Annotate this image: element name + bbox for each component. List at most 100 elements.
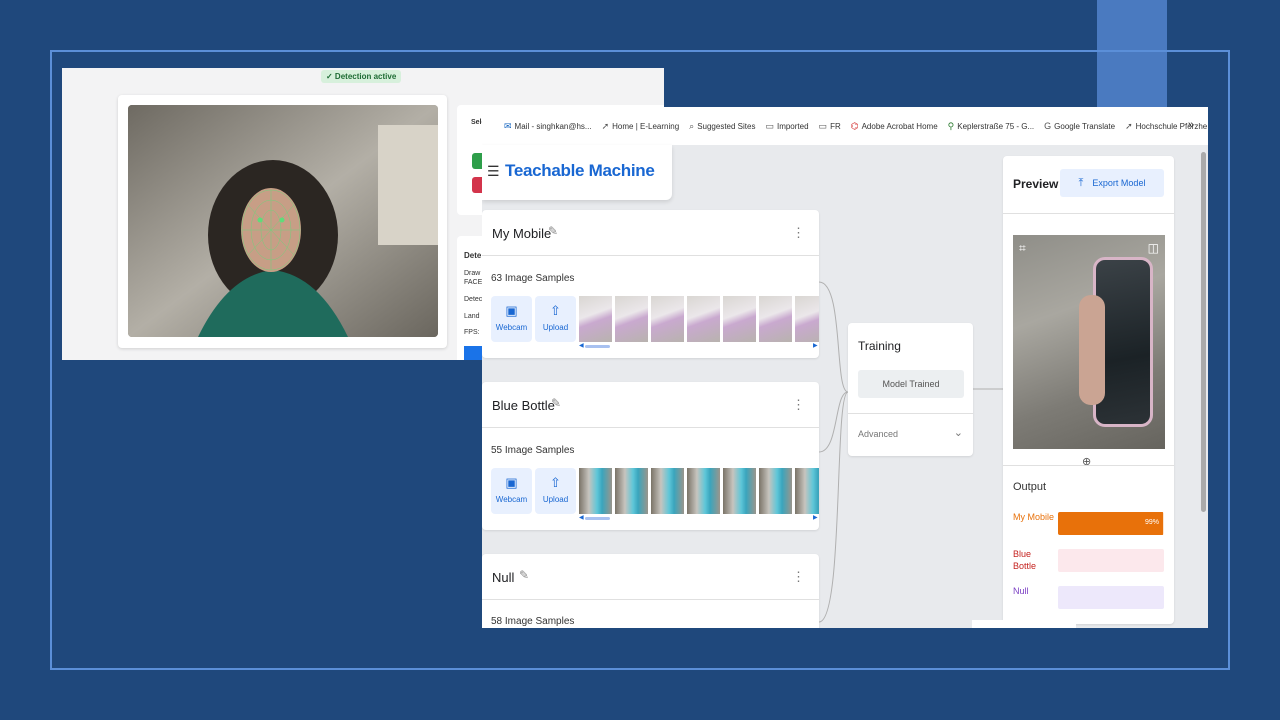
output-confidence-bar [1058, 586, 1164, 609]
webcam-icon: ▣ [505, 475, 518, 490]
upload-button[interactable]: ⇧ Upload [535, 468, 576, 514]
folder-icon: ▭ [765, 120, 774, 131]
advanced-toggle[interactable]: Advanced [858, 429, 898, 439]
bookmark-label: Google Translate [1054, 121, 1116, 131]
class-name[interactable]: Null [492, 570, 514, 585]
sample-thumbnail[interactable] [795, 296, 819, 342]
sample-thumbnail[interactable] [723, 468, 756, 514]
upload-icon: ⤒ [1078, 176, 1084, 189]
sample-thumbnail[interactable] [687, 296, 720, 342]
edit-pencil-icon[interactable]: ✎ [551, 396, 561, 410]
bookmark-label: Mail - singhkan@hs... [514, 121, 592, 131]
scroll-left-icon[interactable]: ◀ [579, 342, 584, 349]
draw-label: Draw [464, 270, 481, 277]
bookmark-item[interactable]: G Google Translate [1044, 121, 1115, 131]
bookmark-item[interactable]: ⚲ Keplerstraße 75 - G... [948, 121, 1035, 132]
hand-in-frame [1079, 295, 1105, 405]
class-name[interactable]: My Mobile [492, 226, 551, 241]
bookmarks-bar: ✉ Mail - singhkan@hs... ➚ Home | E-Learning… [482, 107, 1208, 145]
folder-icon: ▭ [818, 120, 828, 131]
edit-pencil-icon[interactable]: ✎ [519, 568, 529, 582]
more-options-icon[interactable]: ⋮ [792, 225, 805, 241]
output-confidence-bar: 99% [1058, 512, 1164, 535]
sample-thumbnail[interactable] [687, 468, 720, 514]
bookmark-item[interactable]: ➚ Home | E-Learning [602, 121, 680, 132]
app-title: Teachable Machine [505, 161, 655, 180]
menu-icon[interactable]: ☰ [487, 163, 500, 180]
sample-thumbnails [579, 468, 819, 514]
divider [482, 427, 819, 428]
divider [1003, 465, 1174, 466]
flip-camera-icon[interactable]: ◫ [1148, 241, 1159, 255]
bookmark-label: Imported [776, 121, 809, 131]
output-confidence-bar [1058, 549, 1164, 572]
thumbnail-scrollbar[interactable] [585, 345, 610, 348]
sample-thumbnail[interactable] [651, 296, 684, 342]
bookmark-label: Keplerstraße 75 - G... [957, 121, 1035, 131]
edit-pencil-icon[interactable]: ✎ [548, 224, 558, 238]
bookmark-label: Home | E-Learning [612, 121, 680, 131]
output-heading: Output [1013, 481, 1047, 493]
webcam-button[interactable]: ▣ Webcam [491, 468, 532, 514]
class-card-my-mobile: My Mobile ✎ ⋮ 63 Image Samples ▣ Webcam ⇧… [482, 210, 819, 358]
bookmark-item[interactable]: ⌕ Suggested Sites [689, 121, 755, 132]
map-pin-icon: ⚲ [947, 120, 955, 131]
sample-thumbnail[interactable] [615, 468, 648, 514]
upload-icon: ⇧ [550, 475, 561, 490]
webcam-icon: ▣ [505, 303, 518, 318]
bookmark-item[interactable]: ⌬ Adobe Acrobat Home [851, 121, 938, 132]
bookmarks-more-button[interactable]: » [1188, 119, 1194, 131]
face-mesh-image [128, 105, 438, 337]
sample-count: 55 Image Samples [491, 445, 575, 456]
landmarks-label: Land [464, 313, 480, 320]
class-name[interactable]: Blue Bottle [492, 398, 555, 413]
bookmark-item[interactable]: ▭ FR [819, 121, 841, 132]
export-model-button[interactable]: ⤒ Export Model [1060, 169, 1164, 197]
outlook-icon: ✉ [504, 120, 512, 131]
webcam-button[interactable]: ▣ Webcam [491, 296, 532, 342]
output-label: Blue Bottle [1013, 549, 1037, 571]
train-model-button[interactable]: Model Trained [858, 370, 964, 398]
bookmark-label: Hochschule Pforzhe... [1135, 121, 1208, 131]
divider [482, 599, 819, 600]
app-header: ☰ Teachable Machine [482, 145, 672, 200]
divider [1003, 213, 1174, 214]
output-label: My Mobile [1013, 512, 1055, 522]
sample-thumbnails [579, 296, 819, 342]
chevron-down-icon[interactable]: ⌄ [954, 426, 963, 439]
sample-thumbnail[interactable] [759, 296, 792, 342]
bookmark-label: FR [830, 121, 841, 131]
scroll-right-icon[interactable]: ▶ [813, 342, 818, 349]
sample-thumbnail[interactable] [795, 468, 819, 514]
sample-thumbnail[interactable] [651, 468, 684, 514]
bookmark-label: Adobe Acrobat Home [861, 121, 938, 131]
acrobat-icon: ⌬ [850, 120, 859, 131]
sample-thumbnail[interactable] [759, 468, 792, 514]
divider [482, 255, 819, 256]
class-card-blue-bottle: Blue Bottle ✎ ⋮ 55 Image Samples ▣ Webcam… [482, 382, 819, 530]
sample-thumbnail[interactable] [579, 296, 612, 342]
more-options-icon[interactable]: ⋮ [792, 397, 805, 413]
scroll-right-icon[interactable]: ▶ [813, 514, 818, 521]
upload-button[interactable]: ⇧ Upload [535, 296, 576, 342]
output-label: Null [1013, 586, 1029, 596]
bookmark-item[interactable]: ➚ Hochschule Pforzhe... [1125, 121, 1208, 132]
page-scrollbar[interactable] [1201, 152, 1206, 512]
divider [848, 413, 973, 414]
link-icon: ➚ [1125, 120, 1133, 131]
fps-label: FPS: [464, 329, 480, 336]
sample-thumbnail[interactable] [723, 296, 756, 342]
more-options-icon[interactable]: ⋮ [792, 569, 805, 585]
detection-heading: Dete [464, 251, 482, 260]
sample-thumbnail[interactable] [579, 468, 612, 514]
preview-webcam-feed: ⌗ ◫ [1013, 235, 1165, 449]
scroll-left-icon[interactable]: ◀ [579, 514, 584, 521]
bookmark-item[interactable]: ✉ Mail - singhkan@hs... [504, 121, 592, 132]
thumbnail-scrollbar[interactable] [585, 517, 610, 520]
preview-panel: Preview ⤒ Export Model ⌗ ◫ ⊕ Output My M… [1003, 156, 1174, 624]
detection-status-badge: ✓ Detection active [321, 70, 402, 83]
bookmark-item[interactable]: ▭ Imported [765, 121, 808, 132]
crop-icon[interactable]: ⌗ [1019, 241, 1026, 256]
sample-thumbnail[interactable] [615, 296, 648, 342]
face-label: FACE [464, 279, 483, 286]
